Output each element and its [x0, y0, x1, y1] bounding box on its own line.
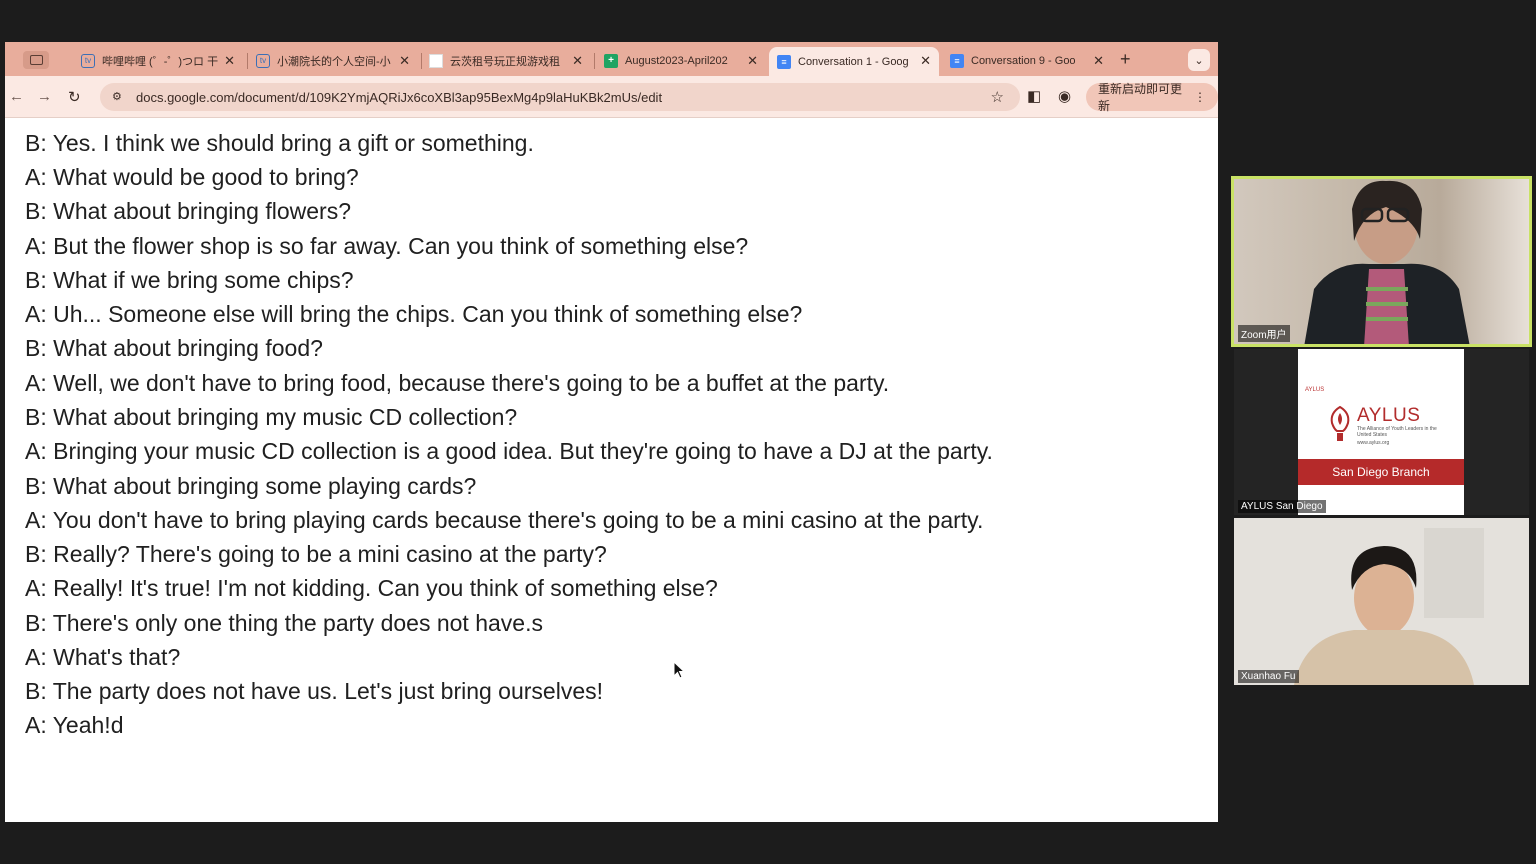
close-icon[interactable]: ✕ [1093, 53, 1104, 69]
google-docs-icon: ≡ [777, 54, 791, 69]
tab-title: August2023-April202 [625, 54, 728, 67]
aylus-branch-banner: San Diego Branch [1298, 459, 1464, 485]
tab-divider [594, 53, 595, 69]
participant-video [1234, 518, 1529, 685]
browser-toolbar: ← → ↻ ⚙ docs.google.com/document/d/109K2… [5, 76, 1218, 118]
back-arrow-icon[interactable]: ← [9, 88, 24, 105]
tab-search-chevron-icon[interactable]: ⌄ [1188, 49, 1210, 71]
participant-name: Xuanhao Fu [1238, 670, 1299, 683]
reload-icon[interactable]: ↻ [68, 88, 81, 106]
dialogue-line: B: What about bringing my music CD colle… [25, 404, 518, 430]
tab-bar: tv 哔哩哔哩 (゜-゜)つロ 干 ✕ tv 小潮院长的个人空间-小 ✕ 云茨租… [5, 42, 1218, 76]
document-body[interactable]: B: Yes. I think we should bring a gift o… [5, 119, 1218, 822]
side-panel-icon[interactable]: ◧ [1027, 87, 1041, 105]
site-settings-icon[interactable]: ⚙ [112, 90, 126, 104]
dialogue-line: A: Bringing your music CD collection is … [25, 438, 993, 464]
address-bar[interactable]: ⚙ docs.google.com/document/d/109K2YmjAQR… [100, 83, 1020, 111]
url-text: docs.google.com/document/d/109K2YmjAQRiJ… [136, 89, 663, 105]
dialogue-line: A: Yeah!d [25, 712, 124, 738]
extension-icon[interactable]: ◉ [1058, 87, 1071, 105]
torch-bulb-icon [1330, 405, 1350, 441]
tab-rental[interactable]: 云茨租号玩正规游戏租 ✕ [421, 47, 591, 74]
dialogue-line: A: Uh... Someone else will bring the chi… [25, 301, 803, 327]
tab-title: Conversation 1 - Goog [798, 55, 909, 68]
tab-title: 云茨租号玩正规游戏租 [450, 55, 560, 68]
aylus-title: AYLUS [1357, 405, 1421, 426]
dialogue-line: A: But the flower shop is so far away. C… [25, 233, 749, 259]
mouse-cursor-icon [673, 661, 685, 679]
participant-tile-aylus[interactable]: AYLUS AYLUS The Alliance of Youth Leader… [1234, 349, 1529, 515]
dialogue-line: B: What if we bring some chips? [25, 267, 354, 293]
dialogue-line: A: What would be good to bring? [25, 164, 359, 190]
close-icon[interactable]: ✕ [399, 53, 410, 69]
google-docs-icon: ≡ [950, 53, 964, 68]
tab-bilibili-home[interactable]: tv 哔哩哔哩 (゜-゜)つロ 干 ✕ [73, 47, 243, 74]
tab-title: Conversation 9 - Goo [971, 54, 1076, 67]
tab-sheets[interactable]: + August2023-April202 ✕ [596, 47, 766, 74]
close-icon[interactable]: ✕ [572, 53, 583, 69]
tab-conversation-1[interactable]: ≡ Conversation 1 - Goog ✕ [769, 47, 939, 76]
participant-name: AYLUS San Diego [1238, 500, 1326, 513]
bilibili-icon: tv [81, 53, 95, 68]
dialogue-line: A: You don't have to bring playing cards… [25, 507, 984, 533]
update-button[interactable]: 重新启动即可更新 ⋮ [1086, 82, 1218, 113]
dialogue-line: B: Yes. I think we should bring a gift o… [25, 130, 534, 156]
tab-bilibili-space[interactable]: tv 小潮院长的个人空间-小 ✕ [248, 47, 418, 74]
dialogue-line: A: Really! It's true! I'm not kidding. C… [25, 575, 718, 601]
dialogue-line: B: There's only one thing the party does… [25, 610, 543, 636]
aylus-small-label: AYLUS [1305, 387, 1325, 393]
tab-title: 哔哩哔哩 (゜-゜)つロ 干 [102, 55, 219, 68]
tab-title: 小潮院长的个人空间-小 [277, 55, 391, 68]
dialogue-line: A: Well, we don't have to bring food, be… [25, 370, 890, 396]
dialogue-line: B: What about bringing flowers? [25, 198, 352, 224]
participant-video [1304, 180, 1470, 344]
close-icon[interactable]: ✕ [747, 53, 758, 69]
aylus-logo-card: AYLUS AYLUS The Alliance of Youth Leader… [1298, 349, 1464, 515]
participant-tile-xuanhao-fu[interactable]: Xuanhao Fu [1234, 518, 1529, 685]
close-icon[interactable]: ✕ [920, 53, 931, 69]
bilibili-icon: tv [256, 53, 270, 68]
aylus-subtitle: The Alliance of Youth Leaders in the Uni… [1357, 426, 1437, 438]
participant-tile-zoom-user[interactable]: Zoom用户 [1231, 176, 1532, 347]
forward-arrow-icon[interactable]: → [37, 88, 52, 105]
blank-page-icon [429, 53, 443, 68]
dialogue-line: B: Really? There's going to be a mini ca… [25, 541, 607, 567]
more-menu-icon[interactable]: ⋮ [1194, 90, 1206, 104]
browser-window: tv 哔哩哔哩 (゜-゜)つロ 干 ✕ tv 小潮院长的个人空间-小 ✕ 云茨租… [5, 42, 1218, 822]
dialogue-line: B: The party does not have us. Let's jus… [25, 678, 604, 704]
update-label: 重新启动即可更新 [1098, 82, 1183, 113]
tab-groups-icon[interactable] [23, 51, 49, 69]
new-tab-button[interactable]: + [1120, 49, 1131, 70]
dialogue-line: A: What's that? [25, 644, 181, 670]
close-icon[interactable]: ✕ [224, 53, 235, 69]
tab-conversation-9[interactable]: ≡ Conversation 9 - Goo ✕ [942, 47, 1112, 74]
dialogue-line: B: What about bringing some playing card… [25, 473, 477, 499]
aylus-site: www.aylus.org [1357, 440, 1390, 446]
dialogue-line: B: What about bringing food? [25, 335, 323, 361]
google-sheets-icon: + [604, 53, 618, 68]
participant-name: Zoom用户 [1238, 325, 1290, 342]
aylus-branch-label: San Diego Branch [1332, 465, 1430, 479]
bookmark-star-icon[interactable]: ☆ [991, 88, 1004, 106]
